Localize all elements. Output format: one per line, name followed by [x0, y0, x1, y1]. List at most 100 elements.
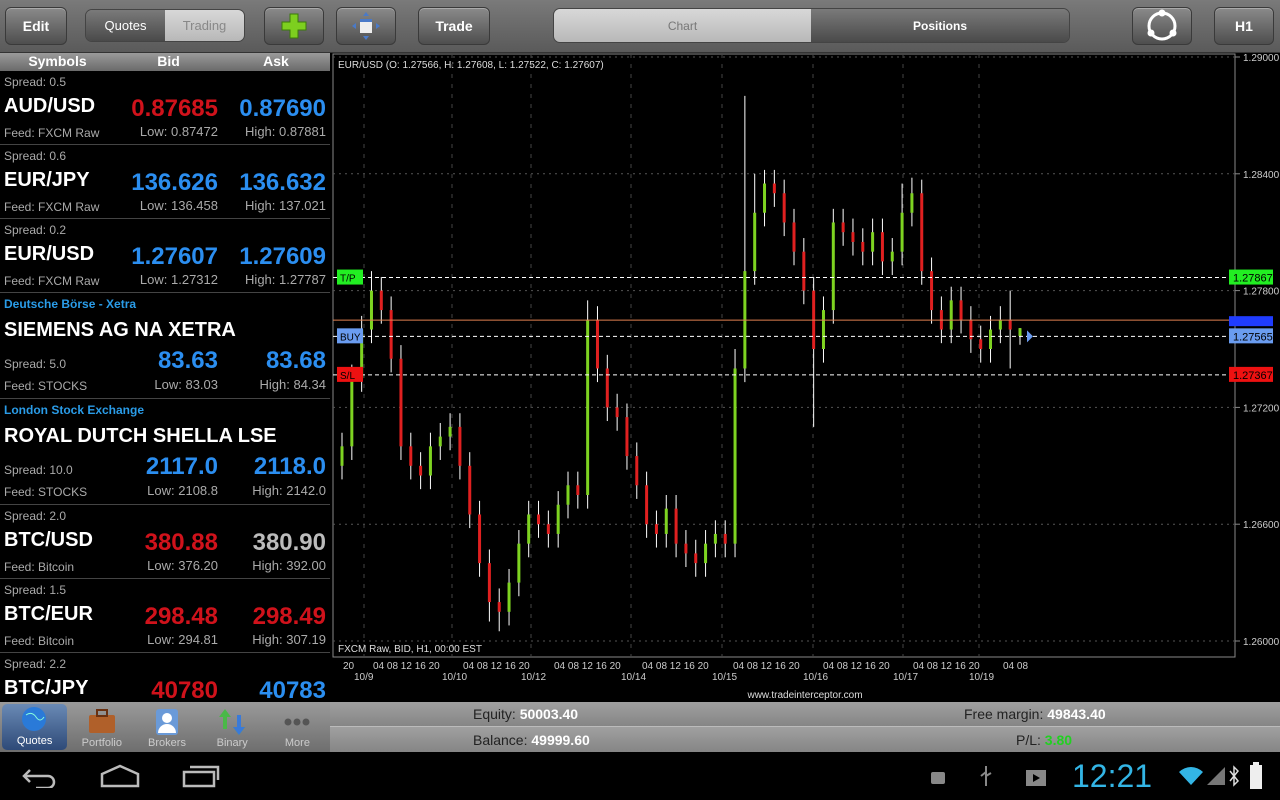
sync-button[interactable]: [1132, 7, 1192, 45]
bid-price[interactable]: 0.87685: [131, 95, 218, 123]
candle-body: [595, 319, 599, 369]
recent-apps-icon[interactable]: [182, 764, 220, 788]
tab-more[interactable]: More: [265, 702, 330, 752]
candle-body: [576, 485, 580, 495]
x-hour-tick-label: 20: [343, 661, 355, 672]
symbol-name: BTC/EUR: [4, 603, 93, 625]
symbol-name: AUD/USD: [4, 95, 96, 117]
trade-button[interactable]: Trade: [418, 7, 490, 45]
bottom-tabs: Quotes Portfolio Brokers Binary More: [0, 702, 330, 752]
level-tag-text: BUY: [340, 332, 361, 343]
back-icon[interactable]: [22, 766, 58, 788]
bid-price[interactable]: 83.63: [158, 347, 218, 375]
feed-label: Feed: STOCKS: [4, 379, 88, 393]
exchange-label: Deutsche Börse - Xetra: [4, 297, 137, 311]
symbol-name: EUR/JPY: [4, 169, 90, 191]
candle-body: [733, 368, 737, 544]
quote-row[interactable]: Spread: 1.5 BTC/EUR 298.48 298.49 Feed: Bitc…: [0, 579, 330, 653]
x-date-tick-label: 10/9: [354, 672, 374, 683]
tab-brokers[interactable]: Brokers: [134, 702, 199, 752]
edit-button[interactable]: Edit: [5, 7, 67, 45]
candle-body: [772, 183, 776, 194]
account-row-2: Balance: 49999.60 P/L: 3.80: [330, 727, 1280, 752]
symbol-name: EUR/USD: [4, 243, 95, 265]
trading-segment[interactable]: Trading: [165, 10, 244, 41]
quotes-segment[interactable]: Quotes: [86, 10, 165, 41]
bid-price[interactable]: 298.48: [145, 603, 218, 631]
ask-price[interactable]: 83.68: [266, 347, 326, 375]
candle-body: [379, 290, 383, 311]
candle-body: [871, 232, 875, 252]
col-symbols: Symbols: [28, 53, 87, 69]
ask-price[interactable]: 380.90: [253, 529, 326, 557]
system-bar: 12:21: [0, 752, 1280, 800]
ask-price[interactable]: 40783: [259, 677, 326, 702]
ask-price[interactable]: 2118.0: [254, 453, 326, 481]
spread-label: Spread: 1.5: [4, 583, 67, 597]
candle-body: [792, 222, 796, 252]
add-button[interactable]: [264, 7, 324, 45]
quote-row[interactable]: Spread: 0.5 AUD/USD 0.87685 0.87690 Feed: FX…: [0, 71, 330, 145]
chart-panel[interactable]: 1.29000 1.28400 1.27800 1.27200 1.26600 1.260…: [330, 53, 1280, 702]
bid-price[interactable]: 380.88: [145, 529, 218, 557]
feed-label: Feed: Bitcoin: [4, 634, 75, 648]
high-label: High: 307.19: [252, 632, 326, 647]
plus-icon: [281, 13, 307, 39]
bid-price[interactable]: 2117.0: [146, 453, 218, 481]
ask-price[interactable]: 298.49: [253, 603, 326, 631]
home-icon[interactable]: [100, 764, 140, 788]
ask-price[interactable]: 1.27609: [239, 243, 326, 271]
ask-price[interactable]: 136.632: [239, 169, 326, 197]
tab-positions[interactable]: Positions: [811, 9, 1069, 42]
timeframe-button[interactable]: H1: [1214, 7, 1274, 45]
candle-body: [340, 446, 344, 466]
low-label: Low: 83.03: [154, 377, 218, 392]
bluetooth-icon: [1229, 765, 1240, 787]
briefcase-icon: [88, 709, 115, 733]
tab-binary[interactable]: Binary: [200, 702, 265, 752]
quote-row[interactable]: Spread: 0.2 EUR/USD 1.27607 1.27609 Feed: FX…: [0, 219, 330, 293]
chart-ohlc-header: EUR/USD (O: 1.27566, H: 1.27608, L: 1.27…: [338, 60, 604, 71]
up-down-arrows-icon: [219, 709, 246, 735]
quote-row[interactable]: Deutsche Börse - Xetra Spread: 5.0 SIEMENS…: [0, 293, 330, 399]
symbol-name: BTC/JPY: [4, 677, 89, 699]
quote-row[interactable]: Spread: 2.0 BTC/USD 380.88 380.90 Feed: Bitc…: [0, 505, 330, 579]
level-price-text: 1.27367: [1233, 370, 1273, 382]
bid-price[interactable]: 136.626: [131, 169, 218, 197]
tab-quotes[interactable]: Quotes: [2, 704, 68, 750]
tab-portfolio[interactable]: Portfolio: [69, 702, 134, 752]
candlestick-chart[interactable]: 1.29000 1.28400 1.27800 1.27200 1.26600 1.260…: [330, 53, 1280, 702]
tab-label: Portfolio: [81, 737, 122, 749]
play-store-icon: [1026, 770, 1046, 786]
android-debug-icon: [931, 772, 945, 784]
bid-price[interactable]: 40780: [151, 677, 218, 702]
quote-row[interactable]: London Stock Exchange Spread: 10.0 ROYAL D…: [0, 399, 330, 505]
spread-label: Spread: 0.5: [4, 75, 67, 89]
move-button[interactable]: [336, 7, 396, 45]
tab-label: Binary: [216, 737, 248, 749]
ask-price[interactable]: 0.87690: [239, 95, 326, 123]
quote-row[interactable]: Spread: 0.6 EUR/JPY 136.626 136.632 Feed: FX…: [0, 145, 330, 219]
candle-body: [674, 508, 678, 544]
y-tick-label: 1.28400: [1243, 170, 1280, 181]
candle-body: [615, 407, 619, 418]
profit-loss: P/L: 3.80: [1016, 732, 1073, 748]
bid-price[interactable]: 1.27607: [131, 243, 218, 271]
tab-chart[interactable]: Chart: [554, 9, 811, 42]
candle-body: [841, 222, 845, 233]
x-hour-tick-label: 04 08 12 16 20: [554, 661, 621, 672]
x-date-tick-label: 10/14: [621, 672, 646, 683]
candle-body: [1018, 328, 1022, 337]
signal-icon: [1207, 767, 1225, 785]
candle-body: [507, 582, 511, 612]
candle-body: [684, 543, 688, 554]
position-marker-icon: [1027, 330, 1033, 343]
spread-label: Spread: 0.6: [4, 149, 67, 163]
candle-body: [930, 271, 934, 311]
quote-row[interactable]: Spread: 2.2 BTC/JPY 40780 40783: [0, 653, 330, 702]
x-hour-tick-label: 04 08 12 16 20: [373, 661, 440, 672]
candle-body: [517, 543, 521, 583]
feed-label: Feed: Bitcoin: [4, 560, 75, 574]
tab-label: More: [284, 737, 310, 749]
clock: 12:21: [1072, 758, 1153, 794]
